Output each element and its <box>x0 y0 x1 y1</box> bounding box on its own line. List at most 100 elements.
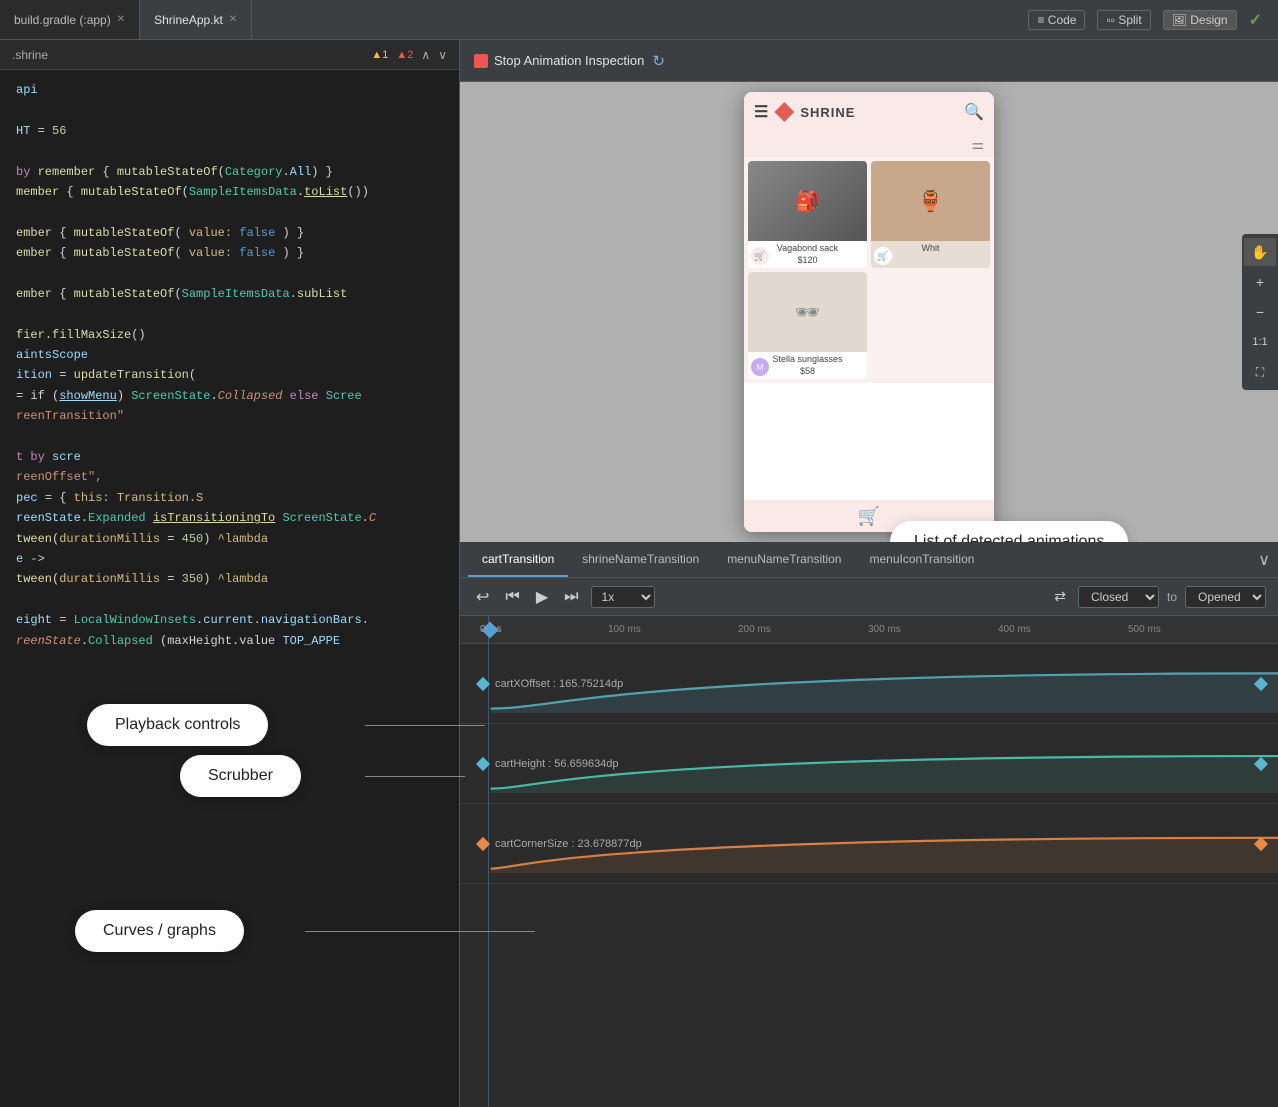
shrine-diamond-icon <box>774 102 794 122</box>
file-breadcrumb: .shrine ▲1 ▲2 ∧ ∨ <box>0 40 459 70</box>
code-line-3: HT = 56 <box>0 121 459 141</box>
track1-curve <box>460 669 1278 713</box>
anim-tab-shrine[interactable]: shrineNameTransition <box>568 542 713 577</box>
scrubber-connector <box>365 776 465 777</box>
prev-frame-btn[interactable]: ⏮ <box>501 586 523 608</box>
tab-gradle[interactable]: build.gradle (:app) ✕ <box>0 0 140 39</box>
track2-curve <box>460 749 1278 793</box>
code-line-9: ember { mutableStateOf( value: false ) } <box>0 243 459 263</box>
view-buttons-group: ≡ Code ▫▫ Split 🖼 Design ✓ <box>1028 10 1278 30</box>
ruler-400ms: 400 ms <box>998 624 1031 635</box>
ruler-200ms: 200 ms <box>738 624 771 635</box>
product-image-sunglasses: 🕶 <box>748 272 867 352</box>
warning-badge-2[interactable]: ▲2 <box>396 49 413 61</box>
rewind-btn[interactable]: ↩ <box>472 585 493 609</box>
track-cartcorner: cartCornerSize : 23.678877dp <box>460 804 1278 884</box>
code-line-10 <box>0 264 459 284</box>
warning-badge-1[interactable]: ▲1 <box>371 49 388 61</box>
nav-up-btn[interactable]: ∧ <box>421 48 430 62</box>
stop-animation-btn[interactable]: Stop Animation Inspection <box>474 53 644 68</box>
code-line-8: ember { mutableStateOf( value: false ) } <box>0 223 459 243</box>
curves-bubble: Curves / graphs <box>75 910 244 952</box>
anim-tabs-bar: cartTransition shrineNameTransition menu… <box>460 542 1278 578</box>
fullscreen-btn[interactable]: ⛶ <box>1244 358 1276 386</box>
search-icon[interactable]: 🔍 <box>964 102 984 122</box>
code-line-26 <box>0 590 459 610</box>
code-line-12 <box>0 304 459 324</box>
code-line-7 <box>0 202 459 222</box>
product-card-sunglasses: 🕶 M Stella sunglasses $58 <box>748 272 867 379</box>
code-view-btn[interactable]: ≡ Code <box>1028 10 1085 30</box>
code-line-13: fier.fillMaxSize() <box>0 325 459 345</box>
code-line-1: api <box>0 80 459 100</box>
code-line-15: ition = updateTransition( <box>0 365 459 385</box>
ruler-100ms: 100 ms <box>608 624 641 635</box>
code-line-17: reenTransition" <box>0 406 459 426</box>
preview-side-icons: ✋ + − 1:1 ⛶ <box>1242 234 1278 390</box>
curves-connector <box>305 931 535 932</box>
timeline-ruler: 0 ms 100 ms 200 ms 300 ms 400 ms 500 ms <box>460 616 1278 644</box>
track3-curve <box>460 829 1278 873</box>
split-view-btn[interactable]: ▫▫ Split <box>1097 10 1150 30</box>
zoom-out-btn[interactable]: − <box>1244 298 1276 326</box>
hamburger-icon: ☰ <box>754 102 768 122</box>
code-line-27: eight = LocalWindowInsets.current.naviga… <box>0 610 459 630</box>
speed-select[interactable]: 1x 0.5x 0.25x 2x <box>591 586 655 608</box>
detected-animations-label: List of detected animations <box>914 533 1104 542</box>
code-line-11: ember { mutableStateOf(SampleItemsData.s… <box>0 284 459 304</box>
track-cartxoffset: cartXOffset : 165.75214dp <box>460 644 1278 724</box>
tab-shrine-close[interactable]: ✕ <box>229 14 237 25</box>
to-label: to <box>1167 590 1177 604</box>
anim-tab-menu-icon[interactable]: menuIconTransition <box>855 542 988 577</box>
anim-tab-menu-name[interactable]: menuNameTransition <box>713 542 855 577</box>
product-card-bag: 🎒 🛒 Vagabond sack $120 <box>748 161 867 268</box>
play-btn[interactable]: ▶ <box>532 585 552 609</box>
product-card-2: 🏺 🛒 Whit <box>871 161 990 268</box>
filter-row: ⚌ <box>744 132 994 157</box>
cart-fab-icon: 🛒 <box>858 506 880 527</box>
code-line-14: aintsScope <box>0 345 459 365</box>
design-view-btn[interactable]: 🖼 Design <box>1163 10 1237 30</box>
from-state-select[interactable]: Closed Opened <box>1078 586 1159 608</box>
timeline-area: 0 ms 100 ms 200 ms 300 ms 400 ms 500 ms … <box>460 616 1278 1107</box>
playback-controls-label: Playback controls <box>115 716 240 733</box>
code-area: api HT = 56 by remember { mutableStateOf… <box>0 70 459 661</box>
hand-tool-btn[interactable]: ✋ <box>1244 238 1276 266</box>
code-line-2 <box>0 100 459 120</box>
anim-tab-cart[interactable]: cartTransition <box>468 542 568 577</box>
code-line-24: e -> <box>0 549 459 569</box>
nav-down-btn[interactable]: ∨ <box>438 48 447 62</box>
cart-icon-bag: 🛒 <box>751 247 769 265</box>
code-line-6: member { mutableStateOf(SampleItemsData.… <box>0 182 459 202</box>
anim-tab-more-btn[interactable]: ∨ <box>1258 550 1270 570</box>
scrubber-tooltip-container: Scrubber <box>180 755 301 797</box>
playback-controls-bubble: Playback controls <box>87 704 268 746</box>
curves-label: Curves / graphs <box>103 922 216 939</box>
code-line-25: tween(durationMillis = 350) ^lambda <box>0 569 459 589</box>
to-state-select[interactable]: Opened Closed <box>1185 586 1266 608</box>
fit-btn[interactable]: 1:1 <box>1244 328 1276 356</box>
next-frame-btn[interactable]: ⏭ <box>560 586 582 608</box>
cart-icon-2: 🛒 <box>874 247 892 265</box>
tab-shrine[interactable]: ShrineApp.kt ✕ <box>140 0 252 39</box>
right-panel: Stop Animation Inspection ↻ Light theme … <box>460 40 1278 1107</box>
swap-states-btn[interactable]: ⇄ <box>1050 586 1070 607</box>
code-line-4 <box>0 141 459 161</box>
tab-gradle-label: build.gradle (:app) <box>14 13 111 27</box>
code-line-21: pec = { this: Transition.S <box>0 488 459 508</box>
filter-icon[interactable]: ⚌ <box>971 136 984 153</box>
phone-mockup: ☰ SHRINE 🔍 ⚌ 🎒 🛒 Vaga <box>744 92 994 532</box>
code-line-18 <box>0 427 459 447</box>
refresh-btn[interactable]: ↻ <box>652 52 665 70</box>
stop-label: Stop Animation Inspection <box>494 53 644 68</box>
ruler-300ms: 300 ms <box>868 624 901 635</box>
breadcrumb-right: ▲1 ▲2 ∧ ∨ <box>371 48 447 62</box>
shrine-logo: ☰ SHRINE <box>754 102 855 122</box>
scrubber-label: Scrubber <box>208 767 273 784</box>
zoom-in-btn[interactable]: + <box>1244 268 1276 296</box>
playback-tooltip-container: Playback controls <box>87 704 268 746</box>
playback-connector <box>365 725 485 726</box>
preview-area: Light theme ☰ SHRINE 🔍 ⚌ <box>460 82 1278 542</box>
tab-gradle-close[interactable]: ✕ <box>117 14 125 25</box>
code-line-22: reenState.Expanded isTransitioningTo Scr… <box>0 508 459 528</box>
